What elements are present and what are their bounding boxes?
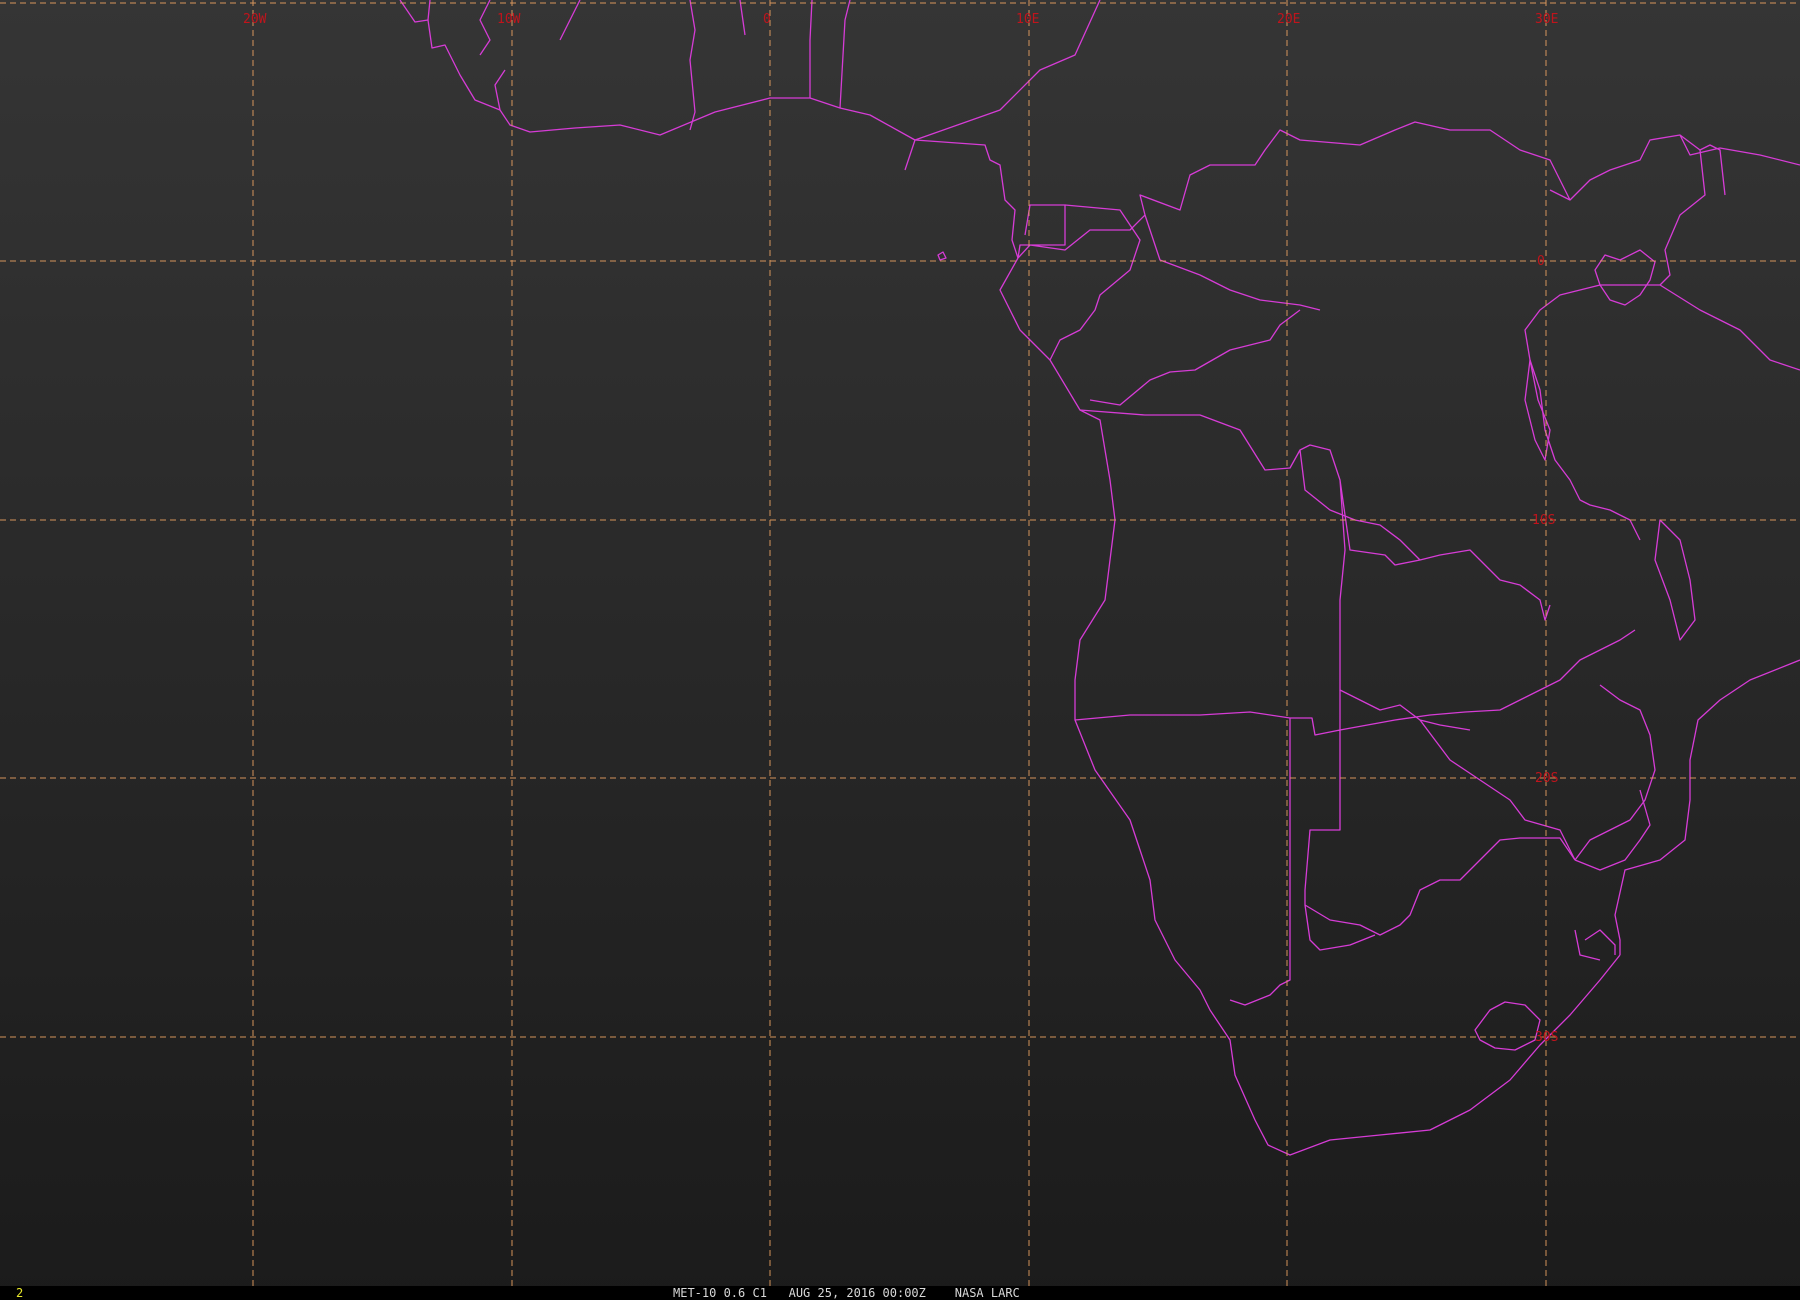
central-southwest-coastline xyxy=(999,257,1621,1156)
namibia-botswana-borders xyxy=(1074,711,1616,1006)
graticule xyxy=(0,0,1800,1286)
longitude-labels: 20W 10W 0 10E 20E 30E xyxy=(243,12,1558,27)
latitude-labels: 0 10S 20S 30S xyxy=(1532,254,1558,1045)
status-bar: 2 MET-10 0.6 C1 AUG 25, 2016 00:00Z NASA… xyxy=(0,1286,1800,1300)
lat-label-30s: 30S xyxy=(1535,1030,1558,1045)
west-africa-coastline xyxy=(399,0,1019,259)
lon-label-20w: 20W xyxy=(243,12,267,27)
lon-label-30e: 30E xyxy=(1535,12,1558,27)
lon-label-10e: 10E xyxy=(1016,12,1039,27)
bioko-island xyxy=(937,251,947,261)
southern-interior-borders xyxy=(1339,629,1656,871)
lat-label-20s: 20S xyxy=(1535,771,1558,786)
angola-drc-borders xyxy=(1079,409,1551,731)
lesotho-outline xyxy=(1474,1001,1541,1051)
satellite-map: 20W 10W 0 10E 20E 30E 0 10S 20S 30S xyxy=(0,0,1800,1300)
coastlines-and-borders xyxy=(399,0,1800,1156)
image-caption: MET-10 0.6 C1 AUG 25, 2016 00:00Z NASA L… xyxy=(673,1286,1020,1300)
lon-label-0: 0 xyxy=(763,12,771,27)
southeast-coastline xyxy=(1614,659,1800,955)
lat-label-10s: 10S xyxy=(1532,513,1555,528)
east-africa-borders xyxy=(1524,134,1800,541)
lon-label-20e: 20E xyxy=(1277,12,1300,27)
map-canvas: 20W 10W 0 10E 20E 30E 0 10S 20S 30S xyxy=(0,0,1800,1286)
frame-number: 2 xyxy=(16,1286,24,1300)
lon-label-10w: 10W xyxy=(497,12,521,27)
central-africa-borders xyxy=(1017,121,1571,406)
lat-label-0: 0 xyxy=(1537,254,1545,269)
